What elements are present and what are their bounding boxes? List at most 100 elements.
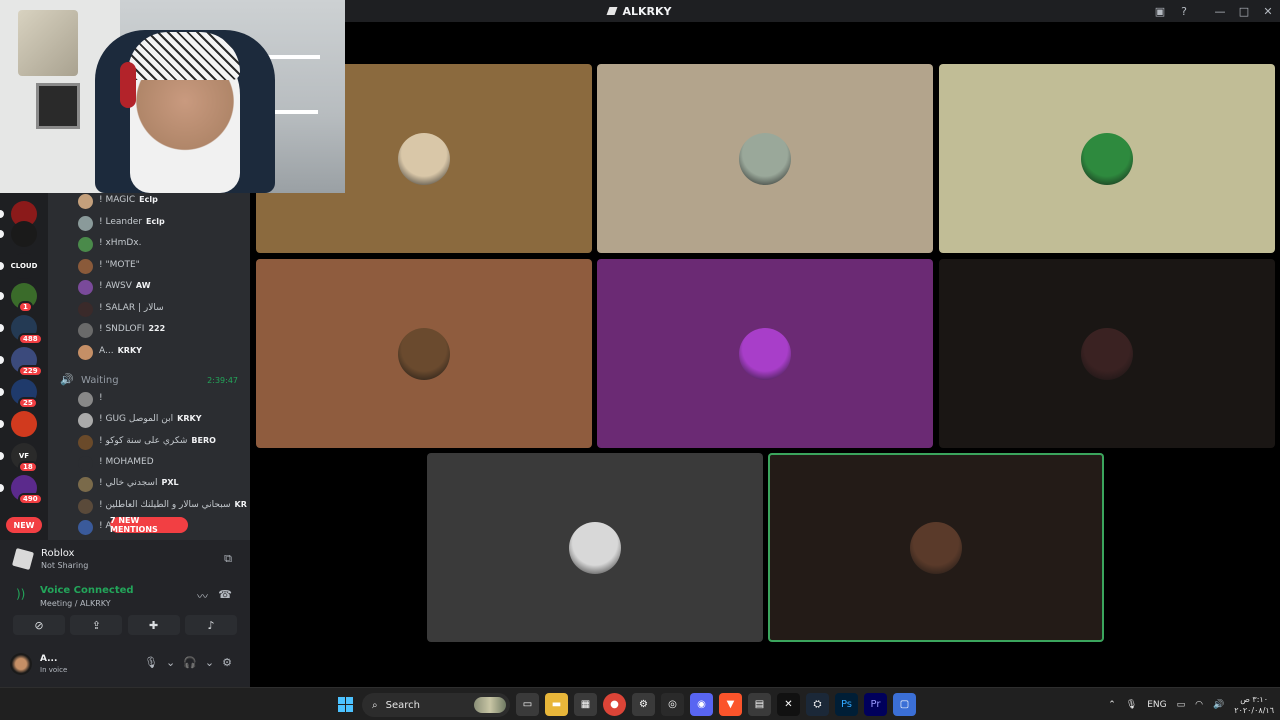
- voice-actions: ⊘ ⇪ ✚ ♪: [13, 615, 237, 635]
- avatar: [78, 392, 93, 407]
- brave-icon[interactable]: ▼: [719, 693, 742, 716]
- chevron-up-icon[interactable]: ⌃: [1108, 700, 1116, 710]
- avatar: [1081, 327, 1133, 380]
- voice-member[interactable]: ! شكري على سنة كوكو BERO: [48, 432, 250, 453]
- clock[interactable]: ٣:١٠ ص ٢٠٢٠/٠٨/١٦: [1234, 694, 1274, 716]
- gear-icon[interactable]: ⚙: [222, 656, 232, 669]
- unread-pill: [0, 356, 4, 364]
- channel-sidebar: 🔊 Waiting 2:39:47 7 NEW MENTIONS ! MAGIC…: [48, 193, 250, 540]
- voice-status[interactable]: Voice Connected: [40, 585, 134, 596]
- member-name-text: ! GUG ابن الموصل: [99, 414, 174, 425]
- voice-member[interactable]: ! MAGIC Eclp: [48, 193, 250, 212]
- chevron-down-icon[interactable]: ⌄: [166, 656, 175, 669]
- voice-tile[interactable]: [597, 64, 933, 253]
- avatar[interactable]: [10, 653, 32, 675]
- clock-date: ٢٠٢٠/٠٨/١٦: [1234, 705, 1274, 715]
- minimize-button[interactable]: —: [1208, 0, 1232, 22]
- disconnect-icon[interactable]: ☎: [218, 588, 232, 601]
- member-name: ! Leander Eclp: [99, 217, 165, 227]
- capcut-icon[interactable]: ✕: [777, 693, 800, 716]
- taskbar-search[interactable]: ⌕ Search: [362, 693, 510, 717]
- language-indicator[interactable]: ENG: [1147, 700, 1166, 710]
- microphone-icon[interactable]: 🎙: [144, 656, 158, 669]
- keffiyeh: [128, 32, 240, 80]
- store-icon[interactable]: ▦: [574, 693, 597, 716]
- avatar: [78, 301, 93, 317]
- new-badge[interactable]: NEW: [6, 517, 42, 533]
- headphones-icon[interactable]: 🎧: [183, 656, 197, 669]
- task-view-icon[interactable]: ▭: [516, 693, 539, 716]
- premiere-icon[interactable]: Pr: [864, 693, 887, 716]
- activities-button[interactable]: ✚: [127, 615, 180, 635]
- frame-decoration: [36, 83, 80, 129]
- member-name: ! اسجدني خالي PXL: [99, 478, 179, 488]
- server-tag: Eclp: [139, 195, 158, 204]
- server-tag: KRKY: [117, 345, 142, 355]
- screen-share-button[interactable]: ⇪: [70, 615, 123, 635]
- unread-pill: [0, 210, 4, 218]
- maximize-button[interactable]: □: [1232, 0, 1256, 22]
- discord-icon[interactable]: ◉: [690, 693, 713, 716]
- voice-member[interactable]: ! Leander Eclp: [48, 213, 250, 234]
- chrome-icon[interactable]: ●: [603, 693, 626, 716]
- voice-tile[interactable]: [939, 64, 1275, 253]
- search-icon: ⌕: [372, 699, 378, 711]
- voice-tile[interactable]: [427, 453, 763, 642]
- voice-member[interactable]: A... KRKY: [48, 342, 250, 363]
- member-name: ! MOHAMED: [99, 457, 154, 467]
- camera-off-button[interactable]: ⊘: [13, 615, 65, 635]
- share-screen-icon[interactable]: ⧉: [224, 552, 232, 566]
- voice-member[interactable]: ! اسجدني خالي PXL: [48, 474, 250, 495]
- photoshop-icon[interactable]: Ps: [835, 693, 858, 716]
- voice-tile[interactable]: [597, 259, 933, 448]
- notepad-icon[interactable]: ▤: [748, 693, 771, 716]
- start-button[interactable]: [338, 697, 353, 712]
- member-name-text: ! سبحاني سالار و الطيلنك العاطلين: [99, 499, 231, 510]
- unread-pill: [0, 230, 4, 238]
- server-icon[interactable]: CLOUD: [11, 253, 37, 279]
- server-icon[interactable]: [11, 411, 37, 437]
- voice-member[interactable]: ! SNDLOFI 222: [48, 320, 250, 341]
- signal-icon[interactable]: )): [16, 587, 25, 601]
- steam-icon[interactable]: ◎: [661, 693, 684, 716]
- soundboard-button[interactable]: ♪: [184, 615, 237, 635]
- member-name-text: A...: [99, 345, 114, 356]
- voice-tile[interactable]: [256, 259, 592, 448]
- voice-member[interactable]: ! "MOTE": [48, 256, 250, 277]
- volume-icon[interactable]: 🔊: [1213, 700, 1224, 710]
- file-explorer-icon[interactable]: ▬: [545, 693, 568, 716]
- avatar: [78, 477, 93, 493]
- inbox-icon[interactable]: ▣: [1148, 0, 1172, 22]
- user-area: A... In voice 🎙 ⌄ 🎧 ⌄ ⚙: [6, 648, 244, 680]
- activity-card[interactable]: Roblox Not Sharing ⧉: [6, 542, 244, 576]
- voice-member[interactable]: ! MOHAMED: [48, 453, 250, 474]
- server-icon[interactable]: [11, 221, 37, 247]
- voice-member[interactable]: !: [48, 389, 250, 410]
- search-highlight-image: [474, 697, 506, 713]
- voice-member[interactable]: ! AWSV AW: [48, 277, 250, 298]
- steam-client-icon[interactable]: ⛭: [806, 693, 829, 716]
- display-icon[interactable]: ▭: [1177, 700, 1186, 710]
- mic-tray-icon[interactable]: 🎙: [1126, 700, 1137, 710]
- voice-tile[interactable]: [939, 259, 1275, 448]
- member-name-text: ! "MOTE": [99, 259, 140, 270]
- voice-member[interactable]: ! GUG ابن الموصل KRKY: [48, 410, 250, 431]
- help-icon[interactable]: ?: [1172, 0, 1196, 22]
- close-button[interactable]: ✕: [1256, 0, 1280, 22]
- unread-pill: [0, 388, 4, 396]
- settings-icon[interactable]: ⚙: [632, 693, 655, 716]
- member-name: ! xHmDx.: [99, 238, 141, 248]
- member-name-text: ! MAGIC: [99, 195, 136, 205]
- wifi-icon[interactable]: ◠: [1195, 700, 1203, 710]
- voice-member[interactable]: ! xHmDx.: [48, 234, 250, 255]
- voice-member[interactable]: ! A: [48, 517, 250, 538]
- voice-member[interactable]: ! سبحاني سالار و الطيلنك العاطلين KR: [48, 496, 250, 517]
- member-name: !: [99, 393, 103, 403]
- avatar: [739, 132, 791, 185]
- voice-tile[interactable]: [768, 453, 1104, 642]
- noise-suppression-icon[interactable]: 〰: [197, 588, 208, 604]
- roblox-studio-icon[interactable]: ▢: [893, 693, 916, 716]
- chevron-down-icon[interactable]: ⌄: [205, 656, 214, 669]
- voice-member[interactable]: ! SALAR | سالار: [48, 299, 250, 320]
- channel-timer: 2:39:47: [207, 376, 238, 385]
